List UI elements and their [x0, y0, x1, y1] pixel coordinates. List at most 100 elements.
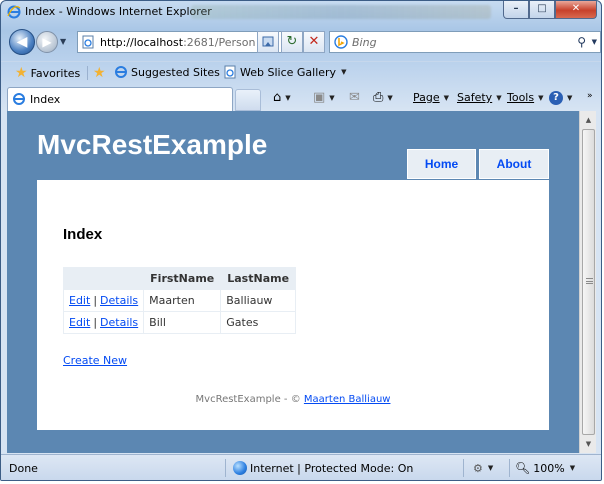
security-zone-label: Internet | Protected Mode: On	[250, 461, 414, 475]
safety-menu-label: Safety	[457, 91, 493, 104]
vertical-scrollbar[interactable]: ▲ ▼	[579, 111, 596, 453]
more-commands-icon[interactable]: »	[587, 91, 593, 101]
page-heading: Index	[63, 226, 103, 243]
favorites-label: Favorites	[30, 66, 81, 80]
column-header-lastname: LastName	[220, 267, 297, 290]
security-zone[interactable]: Internet | Protected Mode: On	[233, 459, 413, 477]
table-row: Edit | Details Maarten Balliauw	[62, 289, 297, 312]
favorites-star-icon: ★	[15, 65, 28, 81]
divider	[509, 459, 510, 477]
page-footer: MvcRestExample - © Maarten Balliauw	[37, 394, 549, 405]
table-header-row: FirstName LastName	[62, 267, 297, 290]
page-viewport: MvcRestExample Home About Index FirstNam…	[7, 111, 579, 453]
row-actions: Edit | Details	[62, 311, 145, 334]
favorites-button[interactable]: ★ Favorites	[15, 65, 80, 81]
zoom-level: 100%	[533, 461, 565, 475]
ie-logo-icon	[7, 5, 21, 19]
column-header-actions	[62, 267, 145, 290]
home-icon: ⌂	[273, 90, 282, 105]
window-title: Index - Windows Internet Explorer	[25, 5, 212, 18]
safety-menu[interactable]: Safety ▼	[457, 91, 502, 104]
column-header-firstname: FirstName	[143, 267, 222, 290]
window-controls: – □ ✕	[503, 1, 597, 19]
search-box[interactable]: Bing ⚲ ▼	[329, 31, 601, 53]
globe-icon	[233, 461, 247, 475]
person-table: FirstName LastName Edit | Details Maarten …	[62, 267, 297, 334]
divider	[225, 459, 226, 477]
web-slice-gallery-button[interactable]: Web Slice Gallery ▼	[223, 65, 346, 79]
search-options-dropdown-icon[interactable]: ▼	[592, 38, 597, 46]
scroll-up-arrow-icon[interactable]: ▲	[581, 112, 596, 128]
tools-menu-label: Tools	[507, 91, 535, 104]
tools-menu[interactable]: Tools ▼	[507, 91, 544, 104]
page-menu-label: Page	[413, 91, 440, 104]
feeds-button[interactable]: ▣ ▼	[313, 91, 335, 104]
add-to-favorites-bar-icon[interactable]: ★	[93, 65, 106, 81]
protected-mode-settings-button[interactable]: ⚙ ▼	[473, 459, 493, 477]
forward-button[interactable]: ▶	[36, 31, 58, 53]
status-text: Done	[9, 461, 38, 475]
favorites-bar: ★ Favorites ★ Suggested Sites ▼ Web Slic…	[1, 61, 601, 83]
help-icon: ?	[549, 91, 563, 105]
maximize-button[interactable]: □	[529, 1, 555, 19]
refresh-icon[interactable]: ↻	[281, 31, 303, 53]
cell-lastname: Gates	[220, 311, 297, 334]
browser-window: Index - Windows Internet Explorer – □ ✕ …	[0, 0, 602, 481]
settings-icon: ⚙	[473, 461, 483, 475]
printer-icon: ⎙	[373, 90, 384, 105]
page-icon	[82, 35, 94, 49]
row-actions: Edit | Details	[62, 289, 145, 312]
site-title: MvcRestExample	[37, 129, 268, 160]
ie-icon	[115, 66, 127, 78]
divider	[463, 459, 464, 477]
table-row: Edit | Details Bill Gates	[62, 311, 297, 334]
divider	[87, 66, 88, 80]
zoom-button[interactable]: 🔍︎ 100% ▼	[515, 459, 575, 477]
home-button[interactable]: ⌂ ▼	[273, 91, 291, 104]
edit-link[interactable]: Edit	[69, 316, 90, 329]
page-menu[interactable]: Page ▼	[413, 91, 449, 104]
bing-icon	[334, 35, 348, 49]
footer-text: MvcRestExample - ©	[195, 394, 301, 405]
details-link[interactable]: Details	[100, 316, 138, 329]
recent-pages-dropdown-icon[interactable]: ▼	[60, 37, 66, 46]
zoom-icon: 🔍︎	[515, 461, 531, 475]
web-slice-gallery-label: Web Slice Gallery	[240, 65, 337, 79]
details-link[interactable]: Details	[100, 294, 138, 307]
main-content: Index FirstName LastName Edit | Details Ma…	[37, 180, 549, 430]
tab-and-command-bar: Index ⌂ ▼ ▣ ▼ ✉ ⎙ ▼ Page ▼ Safety ▼ Tools ▼ ? ▼…	[1, 85, 601, 111]
search-icon[interactable]: ⚲	[577, 35, 586, 49]
read-mail-button[interactable]: ✉	[349, 91, 360, 104]
minimize-button[interactable]: –	[503, 1, 529, 19]
menu-home-link[interactable]: Home	[407, 149, 476, 179]
cell-firstname: Maarten	[143, 289, 222, 312]
back-button[interactable]: ◀	[9, 29, 35, 55]
ie-page-icon	[13, 93, 25, 105]
edit-link[interactable]: Edit	[69, 294, 90, 307]
chevron-down-icon: ▼	[341, 68, 347, 76]
search-placeholder: Bing	[352, 36, 377, 49]
help-button[interactable]: ? ▼	[549, 91, 572, 105]
cell-firstname: Bill	[143, 311, 222, 334]
print-button[interactable]: ⎙ ▼	[373, 91, 393, 104]
rss-feed-icon: ▣	[313, 90, 326, 105]
footer-author-link[interactable]: Maarten Balliauw	[304, 394, 391, 405]
suggested-sites-label: Suggested Sites	[131, 65, 220, 79]
new-tab-button[interactable]	[235, 89, 261, 111]
title-bar: Index - Windows Internet Explorer – □ ✕	[1, 1, 601, 23]
mail-icon: ✉	[349, 90, 360, 105]
compatibility-view-icon[interactable]	[257, 31, 279, 53]
menu-about-link[interactable]: About	[479, 149, 549, 179]
status-bar: Done Internet | Protected Mode: On ⚙ ▼ 🔍︎…	[1, 454, 601, 480]
suggested-sites-button[interactable]: Suggested Sites ▼	[114, 65, 230, 79]
address-url[interactable]: http://localhost:2681/Person	[100, 36, 255, 49]
tab-index[interactable]: Index	[7, 87, 233, 111]
tab-label: Index	[30, 93, 61, 106]
create-new-link[interactable]: Create New	[63, 354, 127, 367]
close-button[interactable]: ✕	[555, 1, 597, 19]
scrollbar-thumb[interactable]	[582, 129, 595, 435]
stop-icon[interactable]: ✕	[303, 31, 325, 53]
navigation-bar: ◀ ▶ ▼ http://localhost:2681/Person ↻ ✕ B…	[1, 27, 601, 59]
scroll-down-arrow-icon[interactable]: ▼	[581, 436, 596, 452]
ie-page-icon	[224, 65, 236, 79]
